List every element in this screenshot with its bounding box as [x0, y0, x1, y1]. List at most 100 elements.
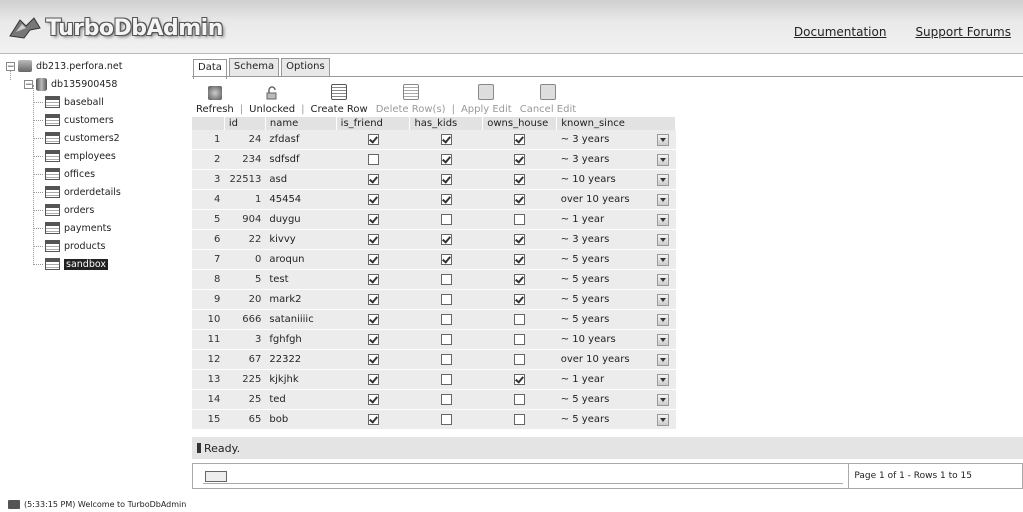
- table-row[interactable]: 7 0 aroqun ~ 5 years: [192, 249, 1023, 270]
- owns-house-checkbox[interactable]: [514, 413, 526, 425]
- table-row[interactable]: 8 5 test ~ 5 years: [192, 269, 1023, 290]
- table-row[interactable]: 15 65 bob ~ 5 years: [192, 409, 1023, 430]
- has-kids-checkbox[interactable]: [440, 353, 452, 365]
- is-friend-checkbox[interactable]: [367, 333, 379, 345]
- tree-item-table[interactable]: payments: [6, 219, 186, 237]
- chevron-down-icon[interactable]: [656, 293, 669, 306]
- table-row[interactable]: 10 666 sataniiiic ~ 5 years: [192, 309, 1023, 330]
- is-friend-checkbox[interactable]: [367, 313, 379, 325]
- has-kids-checkbox[interactable]: [440, 373, 452, 385]
- tree-item-table[interactable]: sandbox: [6, 255, 186, 273]
- is-friend-checkbox[interactable]: [367, 373, 379, 385]
- known-since-select[interactable]: ~ 5 years: [561, 293, 669, 306]
- is-friend-checkbox[interactable]: [367, 193, 379, 205]
- is-friend-checkbox[interactable]: [367, 293, 379, 305]
- table-row[interactable]: 6 22 kivvy ~ 3 years: [192, 229, 1023, 250]
- chevron-down-icon[interactable]: [656, 253, 669, 266]
- known-since-select[interactable]: ~ 5 years: [561, 313, 669, 326]
- column-header-owns-house[interactable]: owns_house: [482, 117, 558, 130]
- is-friend-checkbox[interactable]: [367, 273, 379, 285]
- tree-item-server[interactable]: − db213.perfora.net: [6, 57, 186, 75]
- cell-name[interactable]: fghfgh: [265, 329, 337, 350]
- known-since-select[interactable]: over 10 years: [561, 193, 669, 206]
- known-since-select[interactable]: ~ 3 years: [561, 133, 669, 146]
- cell-name[interactable]: sdfsdf: [265, 149, 337, 170]
- owns-house-checkbox[interactable]: [514, 373, 526, 385]
- chevron-down-icon[interactable]: [656, 213, 669, 226]
- has-kids-checkbox[interactable]: [440, 253, 452, 265]
- cell-name[interactable]: aroqun: [265, 249, 337, 270]
- chevron-down-icon[interactable]: [656, 373, 669, 386]
- cell-id[interactable]: 904: [224, 209, 266, 230]
- known-since-select[interactable]: ~ 3 years: [561, 153, 669, 166]
- has-kids-checkbox[interactable]: [440, 233, 452, 245]
- cell-id[interactable]: 225: [224, 369, 266, 390]
- known-since-select[interactable]: ~ 5 years: [561, 273, 669, 286]
- scrollbar-thumb[interactable]: [205, 470, 227, 482]
- known-since-select[interactable]: over 10 years: [561, 353, 669, 366]
- owns-house-checkbox[interactable]: [514, 173, 526, 185]
- tab-schema[interactable]: Schema: [228, 58, 280, 77]
- known-since-select[interactable]: ~ 1 year: [561, 213, 669, 226]
- cell-id[interactable]: 1: [224, 189, 266, 210]
- cell-id[interactable]: 65: [224, 409, 266, 430]
- is-friend-checkbox[interactable]: [367, 133, 379, 145]
- cell-name[interactable]: 22322: [265, 349, 337, 370]
- is-friend-checkbox[interactable]: [367, 173, 379, 185]
- cell-id[interactable]: 22513: [224, 169, 266, 190]
- cell-name[interactable]: bob: [265, 409, 337, 430]
- collapse-toggle[interactable]: −: [6, 61, 15, 71]
- has-kids-checkbox[interactable]: [440, 133, 452, 145]
- owns-house-checkbox[interactable]: [514, 153, 526, 165]
- chevron-down-icon[interactable]: [656, 233, 669, 246]
- has-kids-checkbox[interactable]: [440, 193, 452, 205]
- table-row[interactable]: 13 225 kjkjhk ~ 1 year: [192, 369, 1023, 390]
- has-kids-checkbox[interactable]: [440, 393, 452, 405]
- table-row[interactable]: 5 904 duygu ~ 1 year: [192, 209, 1023, 230]
- has-kids-checkbox[interactable]: [440, 413, 452, 425]
- has-kids-checkbox[interactable]: [440, 153, 452, 165]
- tree-item-table[interactable]: orderdetails: [6, 183, 186, 201]
- known-since-select[interactable]: ~ 10 years: [561, 173, 669, 186]
- has-kids-checkbox[interactable]: [440, 313, 452, 325]
- owns-house-checkbox[interactable]: [514, 253, 526, 265]
- create-row-button[interactable]: Create Row: [307, 84, 372, 115]
- tree-item-table[interactable]: orders: [6, 201, 186, 219]
- collapse-toggle[interactable]: −: [24, 79, 33, 89]
- owns-house-checkbox[interactable]: [514, 393, 526, 405]
- owns-house-checkbox[interactable]: [514, 233, 526, 245]
- chevron-down-icon[interactable]: [656, 313, 669, 326]
- cell-id[interactable]: 234: [224, 149, 266, 170]
- owns-house-checkbox[interactable]: [514, 333, 526, 345]
- known-since-select[interactable]: ~ 10 years: [561, 333, 669, 346]
- table-row[interactable]: 2 234 sdfsdf ~ 3 years: [192, 149, 1023, 170]
- horizontal-scrollbar[interactable]: [203, 469, 843, 484]
- cell-name[interactable]: 45454: [265, 189, 337, 210]
- owns-house-checkbox[interactable]: [514, 313, 526, 325]
- has-kids-checkbox[interactable]: [440, 173, 452, 185]
- cell-name[interactable]: duygu: [265, 209, 337, 230]
- chevron-down-icon[interactable]: [656, 353, 669, 366]
- chevron-down-icon[interactable]: [656, 193, 669, 206]
- table-row[interactable]: 11 3 fghfgh ~ 10 years: [192, 329, 1023, 350]
- support-forums-link[interactable]: Support Forums: [915, 25, 1011, 39]
- is-friend-checkbox[interactable]: [367, 353, 379, 365]
- cell-name[interactable]: kjkjhk: [265, 369, 337, 390]
- column-header-known-since[interactable]: known_since: [556, 117, 677, 130]
- cell-name[interactable]: ted: [265, 389, 337, 410]
- cell-id[interactable]: 24: [224, 130, 266, 150]
- cell-id[interactable]: 666: [224, 309, 266, 330]
- tree-item-table[interactable]: offices: [6, 165, 186, 183]
- has-kids-checkbox[interactable]: [440, 213, 452, 225]
- unlocked-button[interactable]: Unlocked: [245, 86, 299, 115]
- known-since-select[interactable]: ~ 5 years: [561, 253, 669, 266]
- cell-id[interactable]: 22: [224, 229, 266, 250]
- chevron-down-icon[interactable]: [656, 393, 669, 406]
- tree-item-table[interactable]: baseball: [6, 93, 186, 111]
- is-friend-checkbox[interactable]: [367, 213, 379, 225]
- cell-name[interactable]: mark2: [265, 289, 337, 310]
- tree-item-table[interactable]: customers2: [6, 129, 186, 147]
- cell-id[interactable]: 5: [224, 269, 266, 290]
- owns-house-checkbox[interactable]: [514, 353, 526, 365]
- chevron-down-icon[interactable]: [656, 133, 669, 146]
